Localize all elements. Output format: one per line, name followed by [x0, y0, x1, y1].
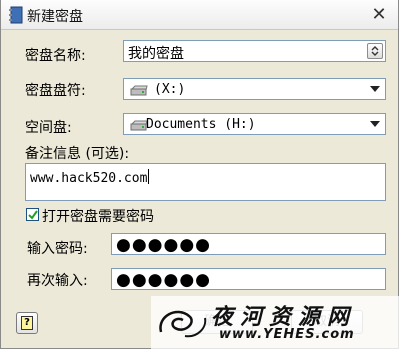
title-bar[interactable]: 新建密盘 ✕: [1, 0, 398, 30]
confirm-password-label: 再次输入:: [27, 273, 88, 289]
confirm-password-input[interactable]: ●●●●●●: [111, 268, 386, 290]
help-icon: ?: [21, 316, 33, 330]
window-title: 新建密盘: [27, 9, 83, 25]
site-watermark: 夜河资源网 www.YEHES.com: [151, 296, 399, 349]
vault-name-label: 密盘名称:: [25, 48, 86, 64]
password-value: ●●●●●●: [116, 235, 212, 255]
space-disk-label: 空间盘:: [25, 120, 72, 136]
chevron-down-icon[interactable]: [370, 86, 380, 92]
drive-letter-value: (X:): [154, 82, 186, 97]
watermark-url: www.YEHES.com: [219, 327, 355, 342]
spinner-icon[interactable]: [367, 43, 383, 59]
drive-icon: [130, 84, 148, 96]
notes-label: 备注信息 (可选):: [25, 146, 130, 162]
notes-value: www.hack520.com: [30, 171, 148, 186]
notes-input[interactable]: www.hack520.com: [25, 163, 386, 201]
vault-name-field[interactable]: 我的密盘: [123, 40, 386, 62]
text-caret: [148, 169, 150, 184]
password-input[interactable]: ●●●●●●: [111, 233, 386, 255]
swirl-logo-icon: [159, 310, 207, 338]
new-vault-dialog: 新建密盘 ✕ 密盘名称: 我的密盘 密盘盘符: (X:) 空间盘: Docume…: [0, 0, 399, 349]
chevron-down-icon[interactable]: [370, 121, 380, 127]
notebook-icon: [9, 6, 23, 24]
drive-letter-label: 密盘盘符:: [25, 83, 86, 99]
drive-letter-select[interactable]: (X:): [123, 78, 386, 100]
help-button[interactable]: ?: [16, 312, 38, 334]
close-button[interactable]: ✕: [368, 4, 390, 26]
password-label: 输入密码:: [27, 241, 88, 257]
require-password-checkbox[interactable]: [26, 208, 39, 221]
confirm-password-value: ●●●●●●: [116, 270, 212, 290]
require-password-label[interactable]: 打开密盘需要密码: [42, 206, 154, 226]
space-disk-select[interactable]: Documents (H:): [123, 113, 386, 135]
vault-name-value: 我的密盘: [128, 46, 184, 62]
checkmark-icon: [28, 210, 38, 220]
space-disk-value: Documents (H:): [146, 117, 256, 132]
